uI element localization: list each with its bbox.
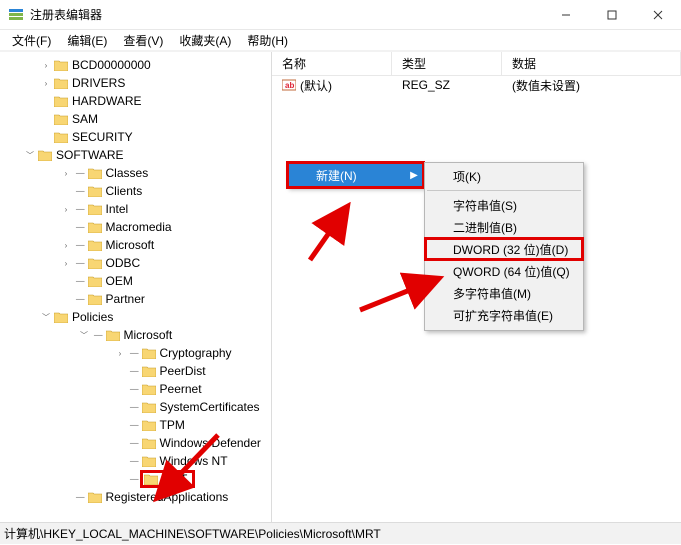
tree-item-software[interactable]: ﹀ SOFTWARE — [0, 146, 271, 164]
tree-item-label: Microsoft — [124, 328, 173, 342]
tree-item-label: Cryptography — [160, 346, 232, 360]
tree-item-label: Intel — [106, 202, 129, 216]
statusbar: 计算机\HKEY_LOCAL_MACHINE\SOFTWARE\Policies… — [0, 522, 681, 544]
tree-item-hardware[interactable]: HARDWARE — [0, 92, 271, 110]
tree-item-classes[interactable]: ›─Classes — [0, 164, 271, 182]
submenu-arrow-icon: ▶ — [405, 170, 423, 181]
tree-item-security[interactable]: SECURITY — [0, 128, 271, 146]
tree-item-label: Partner — [106, 292, 145, 306]
tree-item-policies[interactable]: ﹀ Policies — [0, 308, 271, 326]
menu-separator — [427, 190, 581, 191]
tree-item-bcd00000000[interactable]: › BCD00000000 — [0, 56, 271, 74]
window-title: 注册表编辑器 — [30, 6, 543, 23]
tree-item-label: MRT — [162, 472, 188, 486]
tree-item-sam[interactable]: SAM — [0, 110, 271, 128]
menu-item-binary[interactable]: 二进制值(B) — [425, 216, 583, 238]
maximize-button[interactable] — [589, 0, 635, 30]
tree-item-label: SystemCertificates — [160, 400, 260, 414]
string-value-icon: ab — [282, 78, 296, 92]
menu-item-expandstring[interactable]: 可扩充字符串值(E) — [425, 304, 583, 326]
menu-item-multistring[interactable]: 多字符串值(M) — [425, 282, 583, 304]
tree-item-label: Microsoft — [106, 238, 155, 252]
expand-icon[interactable]: › — [60, 257, 72, 269]
value-name: (默认) — [300, 77, 332, 94]
tree-item-peernet[interactable]: ─Peernet — [0, 380, 271, 398]
menu-item-string[interactable]: 字符串值(S) — [425, 194, 583, 216]
tree-item-label: OEM — [106, 274, 133, 288]
collapse-icon[interactable]: ﹀ — [78, 329, 90, 341]
tree-item-label: Windows NT — [160, 454, 228, 468]
tree-item-systemcertificates[interactable]: ─SystemCertificates — [0, 398, 271, 416]
minimize-button[interactable] — [543, 0, 589, 30]
tree-item-clients[interactable]: ─Clients — [0, 182, 271, 200]
menu-favorites[interactable]: 收藏夹(A) — [171, 30, 239, 51]
context-menu-new: 项(K) 字符串值(S) 二进制值(B) DWORD (32 位)值(D) QW… — [424, 162, 584, 331]
tree-item-tpm[interactable]: ─TPM — [0, 416, 271, 434]
tree-item-label: SOFTWARE — [56, 148, 124, 162]
tree-item-odbc[interactable]: ›─ODBC — [0, 254, 271, 272]
menu-item-key[interactable]: 项(K) — [425, 165, 583, 187]
expand-icon[interactable]: › — [40, 59, 52, 71]
tree-item-windows-nt[interactable]: ─Windows NT — [0, 452, 271, 470]
tree-item-label: DRIVERS — [72, 76, 125, 90]
col-header-name[interactable]: 名称 — [272, 52, 392, 75]
menubar: 文件(F) 编辑(E) 查看(V) 收藏夹(A) 帮助(H) — [0, 30, 681, 52]
expand-icon[interactable]: › — [60, 167, 72, 179]
tree-item-label: SECURITY — [72, 130, 133, 144]
tree-item-drivers[interactable]: › DRIVERS — [0, 74, 271, 92]
expand-icon[interactable]: › — [40, 77, 52, 89]
tree-item-label: TPM — [160, 418, 185, 432]
tree-item-microsoft[interactable]: ﹀─Microsoft — [0, 326, 271, 344]
tree-item-macromedia[interactable]: ─Macromedia — [0, 218, 271, 236]
list-row[interactable]: ab (默认) REG_SZ (数值未设置) — [272, 76, 681, 94]
tree-item-label: HARDWARE — [72, 94, 142, 108]
tree-item-label: BCD00000000 — [72, 58, 151, 72]
close-button[interactable] — [635, 0, 681, 30]
list-header: 名称 类型 数据 — [272, 52, 681, 76]
menu-item-new[interactable]: 新建(N) ▶ — [288, 163, 423, 187]
collapse-icon[interactable]: ﹀ — [24, 149, 36, 161]
menu-edit[interactable]: 编辑(E) — [59, 30, 115, 51]
tree-item-label: Windows Defender — [160, 436, 261, 450]
menu-help[interactable]: 帮助(H) — [239, 30, 296, 51]
expand-icon[interactable]: › — [60, 203, 72, 215]
tree-item-label: RegisteredApplications — [106, 490, 229, 504]
value-data: (数值未设置) — [502, 77, 681, 94]
tree-item-registeredapplications[interactable]: ─RegisteredApplications — [0, 488, 271, 506]
tree-item-label: Clients — [106, 184, 143, 198]
tree-item-label: PeerDist — [160, 364, 206, 378]
col-header-data[interactable]: 数据 — [502, 52, 681, 75]
tree-item-label: Policies — [72, 310, 113, 324]
menu-view[interactable]: 查看(V) — [115, 30, 171, 51]
tree-item-cryptography[interactable]: ›─Cryptography — [0, 344, 271, 362]
tree-item-label: SAM — [72, 112, 98, 126]
context-menu-primary: 新建(N) ▶ — [287, 162, 424, 188]
tree-item-windows-defender[interactable]: ─Windows Defender — [0, 434, 271, 452]
value-type: REG_SZ — [392, 78, 502, 92]
menu-file[interactable]: 文件(F) — [4, 30, 59, 51]
tree-item-label: ODBC — [106, 256, 141, 270]
titlebar: 注册表编辑器 — [0, 0, 681, 30]
tree-item-peerdist[interactable]: ─PeerDist — [0, 362, 271, 380]
status-path: 计算机\HKEY_LOCAL_MACHINE\SOFTWARE\Policies… — [4, 525, 381, 542]
collapse-icon[interactable]: ﹀ — [40, 311, 52, 323]
expand-icon[interactable]: › — [114, 347, 126, 359]
expand-icon[interactable]: › — [60, 239, 72, 251]
registry-editor-icon — [8, 7, 24, 23]
tree-item-label: Macromedia — [106, 220, 172, 234]
menu-item-dword32[interactable]: DWORD (32 位)值(D) — [425, 238, 583, 260]
tree-item-intel[interactable]: ›─Intel — [0, 200, 271, 218]
tree-item-oem[interactable]: ─OEM — [0, 272, 271, 290]
tree-item-label: Peernet — [160, 382, 202, 396]
tree-item-microsoft[interactable]: ›─Microsoft — [0, 236, 271, 254]
tree-pane[interactable]: › BCD00000000 › DRIVERS HARDWARE SAM SECURITY ﹀… — [0, 52, 272, 522]
svg-text:ab: ab — [285, 81, 294, 90]
tree-item-label: Classes — [106, 166, 149, 180]
col-header-type[interactable]: 类型 — [392, 52, 502, 75]
tree-item-partner[interactable]: ─Partner — [0, 290, 271, 308]
menu-item-qword64[interactable]: QWORD (64 位)值(Q) — [425, 260, 583, 282]
tree-item-mrt[interactable]: ─MRT — [0, 470, 271, 488]
